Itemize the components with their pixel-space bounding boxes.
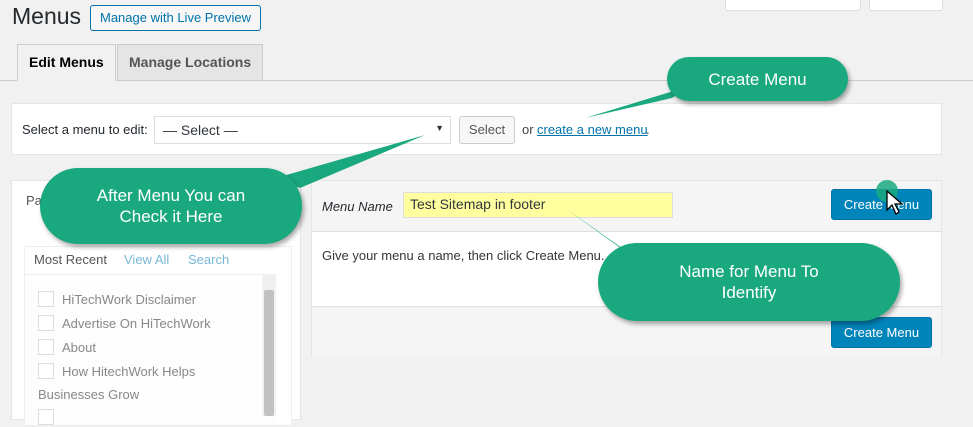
list-item[interactable]: How HitechWork Helps [38,363,195,381]
list-item[interactable]: About [38,339,96,357]
checkbox[interactable] [38,339,54,355]
screen-options-tab[interactable] [725,0,861,11]
checkbox[interactable] [38,363,54,379]
manage-live-preview-button[interactable]: Manage with Live Preview [90,5,262,31]
menu-name-callout: Name for Menu To Identify [598,243,900,321]
tab-most-recent[interactable]: Most Recent [34,252,107,267]
select-menu-label: Select a menu to edit: [22,122,148,137]
period-text: . [646,122,650,137]
list-item[interactable] [38,409,62,427]
list-item-group-label: Businesses Grow [38,387,140,402]
create-new-menu-link[interactable]: create a new menu [537,122,648,137]
help-tab[interactable] [869,0,943,11]
scrollbar-thumb[interactable] [264,290,274,416]
list-item[interactable]: HiTechWork Disclaimer [38,291,196,309]
checkbox[interactable] [38,409,54,425]
menu-hint-text: Give your menu a name, then click Create… [322,248,605,263]
menu-name-label: Menu Name [322,199,393,214]
tab-edit-menus[interactable]: Edit Menus [17,44,116,81]
tab-search[interactable]: Search [188,252,229,267]
create-menu-button-bottom[interactable]: Create Menu [831,317,932,348]
select-button[interactable]: Select [459,116,515,144]
tab-manage-locations[interactable]: Manage Locations [117,44,264,81]
page-title: Menus [12,3,82,29]
checkbox[interactable] [38,315,54,331]
list-item[interactable]: Advertise On HiTechWork [38,315,211,333]
checkbox[interactable] [38,291,54,307]
create-menu-callout: Create Menu [667,57,848,101]
menu-select-dropdown[interactable]: — Select — ▼ [154,116,451,144]
menu-name-input[interactable]: Test Sitemap in footer [403,192,673,218]
mouse-cursor-icon [886,190,904,215]
menu-select-value: — Select — [163,122,238,138]
after-menu-callout: After Menu You can Check it Here [40,168,302,244]
or-text: or [522,122,534,137]
dropdown-arrow-icon: ▼ [435,123,444,133]
tab-view-all[interactable]: View All [124,252,169,267]
